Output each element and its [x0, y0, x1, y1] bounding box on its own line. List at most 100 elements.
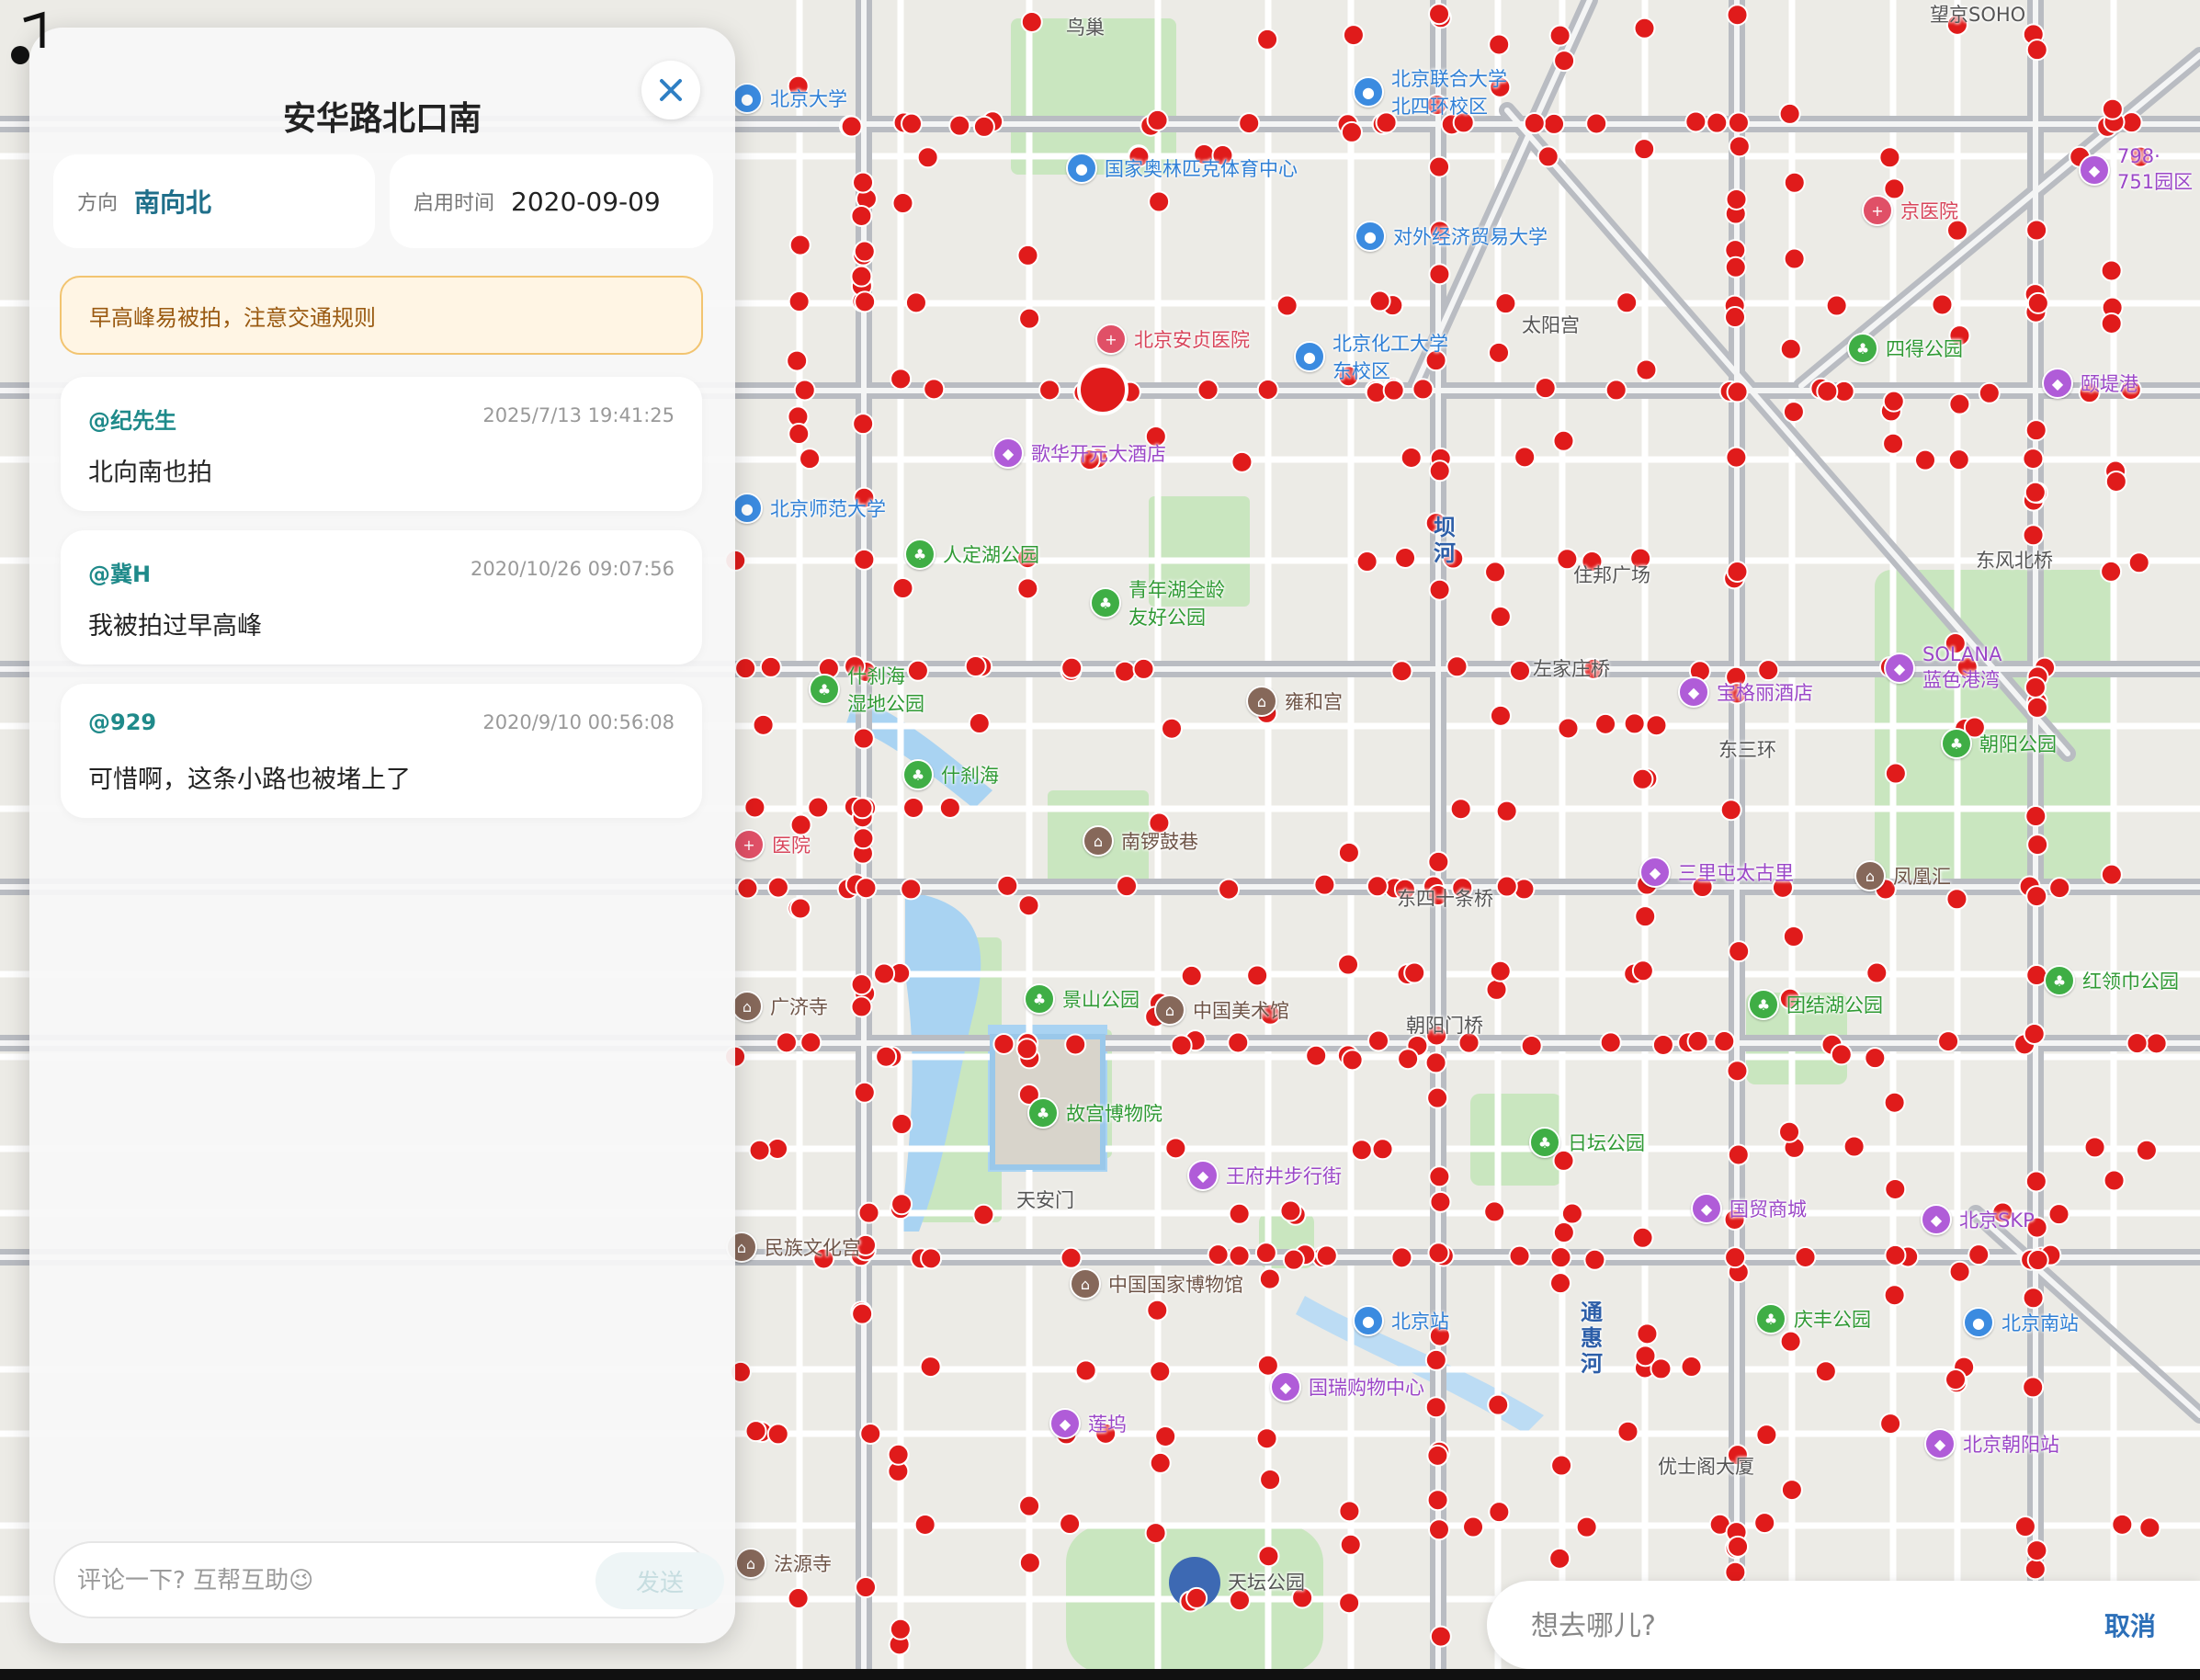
camera-marker[interactable]	[1256, 28, 1279, 51]
camera-marker[interactable]	[2022, 524, 2045, 547]
camera-marker[interactable]	[1337, 953, 1360, 976]
map-poi[interactable]: ● 国家奥林匹克体育中心	[1066, 153, 1298, 184]
map-poi[interactable]: ⌂ 法源寺	[735, 1548, 832, 1579]
camera-marker[interactable]	[1161, 717, 1184, 740]
map-poi[interactable]: ♣ 日坛公园	[1529, 1127, 1645, 1158]
map-poi[interactable]: 天坛公园	[1228, 1568, 1305, 1595]
camera-marker[interactable]	[1782, 401, 1805, 424]
camera-marker[interactable]	[1548, 1547, 1571, 1570]
camera-marker[interactable]	[1726, 380, 1749, 403]
camera-marker[interactable]	[1631, 1226, 1654, 1249]
camera-marker[interactable]	[851, 797, 874, 820]
camera-marker[interactable]	[923, 378, 946, 401]
camera-marker[interactable]	[1725, 446, 1748, 469]
camera-marker[interactable]	[1724, 1246, 1747, 1269]
camera-marker[interactable]	[766, 876, 789, 899]
map-poi[interactable]: 太阳宫	[1522, 311, 1580, 338]
camera-marker[interactable]	[1727, 1143, 1750, 1166]
camera-marker[interactable]	[850, 973, 873, 996]
camera-marker[interactable]	[2024, 1558, 2047, 1581]
camera-marker[interactable]	[1727, 111, 1750, 134]
camera-marker[interactable]	[900, 878, 923, 901]
camera-marker[interactable]	[1394, 547, 1417, 570]
camera-marker[interactable]	[2025, 885, 2048, 908]
search-input[interactable]	[1529, 1601, 2011, 1651]
camera-marker[interactable]	[1816, 380, 1839, 403]
camera-marker[interactable]	[1549, 1246, 1572, 1269]
camera-marker[interactable]	[736, 877, 759, 900]
map-poi[interactable]: ◆ 宝格丽酒店	[1678, 676, 1813, 708]
camera-marker[interactable]	[1945, 888, 1968, 911]
camera-marker[interactable]	[1018, 307, 1041, 330]
camera-marker[interactable]	[1514, 446, 1537, 469]
camera-marker[interactable]	[850, 995, 873, 1018]
camera-marker[interactable]	[1543, 112, 1566, 135]
camera-marker[interactable]	[2022, 448, 2045, 471]
camera-marker[interactable]	[1783, 247, 1806, 270]
camera-marker[interactable]	[1484, 561, 1507, 584]
camera-marker[interactable]	[2022, 1376, 2045, 1399]
camera-marker[interactable]	[1146, 1299, 1169, 1322]
camera-marker[interactable]	[1623, 712, 1646, 735]
map-poi[interactable]: 东三环	[1718, 735, 1776, 763]
camera-marker[interactable]	[1060, 1246, 1083, 1269]
map-poi[interactable]: ♣ 人定湖公园	[904, 539, 1039, 570]
camera-marker[interactable]	[852, 171, 875, 194]
camera-marker[interactable]	[1549, 1272, 1572, 1295]
camera-marker[interactable]	[1968, 1243, 1990, 1266]
camera-marker[interactable]	[1884, 1177, 1907, 1200]
camera-marker[interactable]	[2026, 291, 2049, 314]
camera-marker[interactable]	[964, 655, 987, 678]
map-poi[interactable]: ♣ 红领巾公园	[2044, 965, 2179, 996]
camera-marker[interactable]	[1534, 377, 1557, 400]
camera-marker[interactable]	[1724, 255, 1747, 278]
map-poi[interactable]: ● 北京化工大学 东校区	[1294, 329, 1448, 384]
camera-marker[interactable]	[1583, 1248, 1606, 1271]
camera-marker[interactable]	[2083, 1136, 2106, 1159]
camera-marker[interactable]	[1462, 1515, 1485, 1538]
camera-marker[interactable]	[1424, 1396, 1447, 1419]
camera-marker[interactable]	[799, 1031, 822, 1054]
comment-user[interactable]: @929	[88, 709, 156, 735]
camera-marker[interactable]	[2100, 863, 2123, 886]
camera-marker[interactable]	[1424, 1051, 1447, 1074]
camera-marker[interactable]	[1495, 800, 1518, 823]
camera-marker[interactable]	[1508, 659, 1531, 682]
map-poi[interactable]: ⌂ 民族文化宫	[726, 1232, 861, 1263]
camera-marker[interactable]	[1726, 561, 1749, 584]
camera-marker[interactable]	[1633, 138, 1656, 161]
camera-marker[interactable]	[1429, 1625, 1452, 1648]
camera-marker[interactable]	[1074, 1359, 1097, 1382]
camera-marker[interactable]	[1945, 1368, 1968, 1391]
camera-marker[interactable]	[1865, 961, 1888, 984]
camera-marker[interactable]	[1520, 1034, 1543, 1057]
camera-marker[interactable]	[852, 827, 875, 850]
camera-marker[interactable]	[853, 240, 876, 263]
camera-marker[interactable]	[1686, 1029, 1709, 1052]
camera-marker[interactable]	[1424, 1348, 1447, 1371]
map-poi[interactable]: 望京SOHO	[1930, 0, 2025, 28]
camera-marker[interactable]	[1064, 1033, 1087, 1056]
comment-input[interactable]	[75, 1556, 557, 1606]
camera-marker[interactable]	[938, 796, 961, 819]
camera-marker[interactable]	[1631, 767, 1654, 790]
camera-marker[interactable]	[1575, 1515, 1598, 1538]
camera-marker[interactable]	[855, 1576, 878, 1599]
map-poi[interactable]: ◆ 歌华开元大酒店	[992, 437, 1166, 469]
camera-marker[interactable]	[744, 1420, 767, 1443]
camera-marker[interactable]	[1428, 155, 1451, 178]
camera-marker[interactable]	[1550, 1454, 1573, 1477]
camera-marker[interactable]	[852, 727, 875, 750]
camera-marker[interactable]	[2024, 1170, 2047, 1193]
camera-marker[interactable]	[1727, 1535, 1750, 1558]
camera-marker[interactable]	[904, 291, 927, 314]
camera-marker[interactable]	[2047, 1203, 2070, 1226]
camera-marker[interactable]	[1488, 33, 1511, 56]
camera-marker[interactable]	[1196, 379, 1219, 402]
camera-marker[interactable]	[2026, 1249, 2049, 1272]
camera-marker[interactable]	[766, 1423, 789, 1446]
camera-marker[interactable]	[1015, 1038, 1038, 1061]
camera-marker[interactable]	[1339, 1533, 1362, 1556]
map-poi[interactable]: ♣ 四得公园	[1847, 333, 1963, 364]
camera-marker[interactable]	[887, 1443, 910, 1466]
